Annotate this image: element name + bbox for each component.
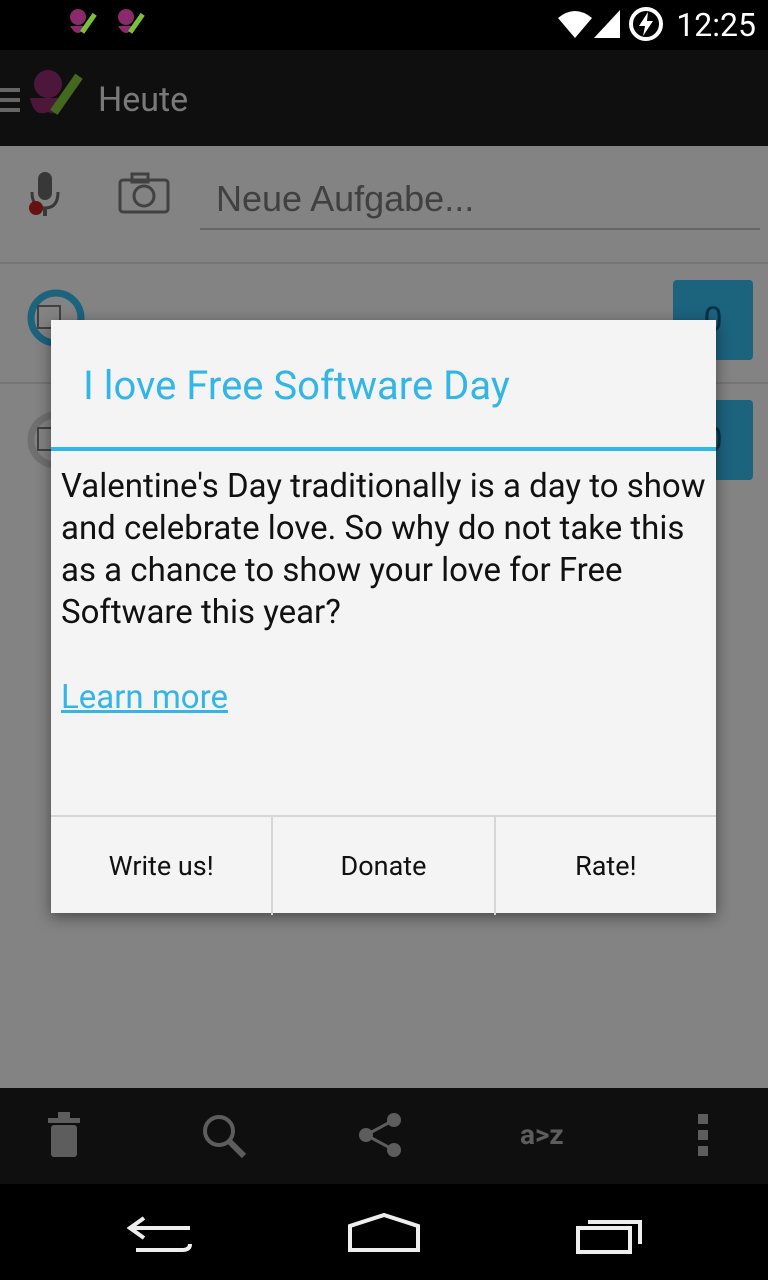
signal-icon: [594, 10, 620, 38]
dialog: I love Free Software Day Valentine's Day…: [51, 320, 716, 915]
status-bar: 12:25: [0, 0, 768, 50]
dialog-title-divider: [51, 447, 716, 451]
notification-app-icon: [70, 9, 97, 34]
wifi-icon: [558, 11, 592, 38]
home-icon[interactable]: [346, 1212, 422, 1254]
dialog-button-bar: Write us! Donate Rate!: [51, 815, 716, 915]
dialog-message: Valentine's Day traditionally is a day t…: [61, 467, 706, 632]
rate-button[interactable]: Rate!: [496, 817, 716, 915]
recent-apps-icon[interactable]: [574, 1214, 646, 1254]
status-time: 12:25: [676, 6, 756, 44]
battery-charging-icon: [629, 7, 663, 41]
dialog-scrim: [0, 1088, 768, 1184]
write-us-button[interactable]: Write us!: [51, 817, 274, 915]
learn-more-link[interactable]: Learn more: [61, 678, 228, 717]
donate-button[interactable]: Donate: [273, 817, 496, 915]
back-icon[interactable]: [124, 1214, 194, 1254]
notification-app-icon: [118, 9, 145, 34]
dialog-title: I love Free Software Day: [83, 362, 510, 409]
